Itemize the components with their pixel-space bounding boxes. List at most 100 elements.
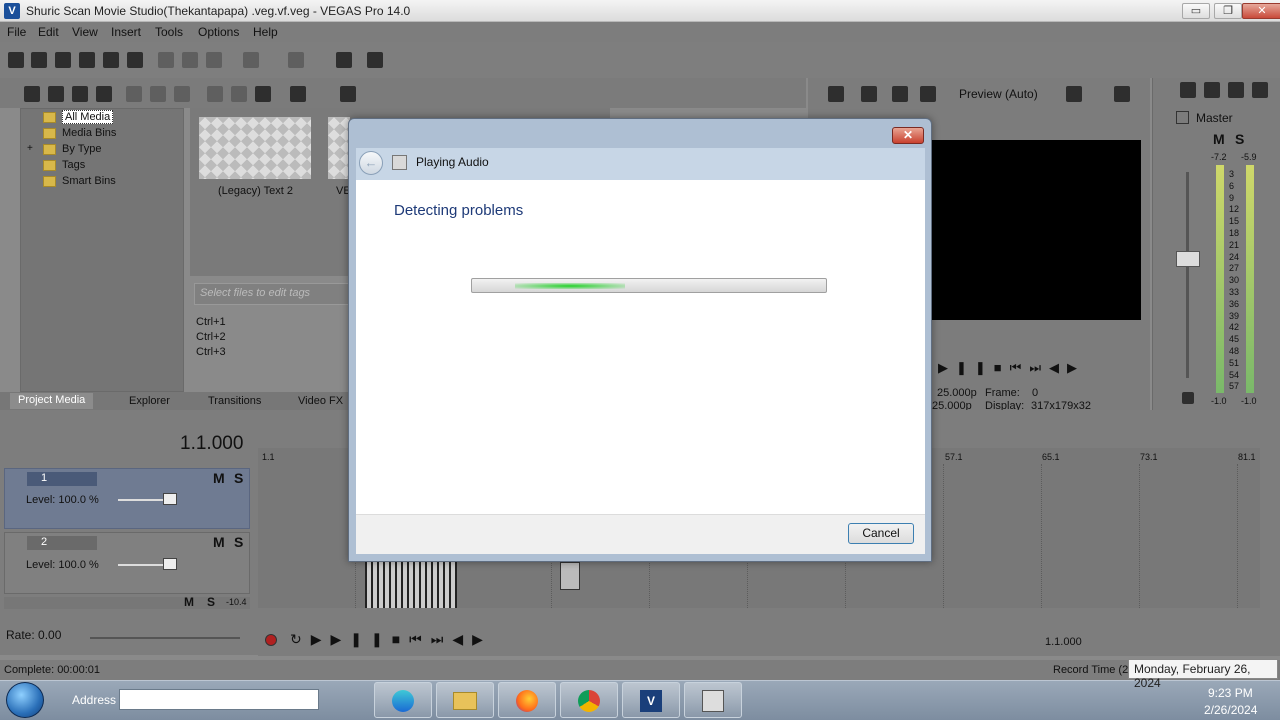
menu-view[interactable]: View [72, 25, 98, 39]
date-tooltip: Monday, February 26, 2024 [1128, 659, 1278, 690]
preview-quality-dropdown[interactable]: Preview (Auto) [959, 87, 1038, 101]
preview-settings-icon[interactable] [828, 86, 844, 102]
cancel-button[interactable]: Cancel [848, 523, 914, 544]
master-downmix-icon[interactable] [1252, 82, 1268, 98]
dialog-close-button[interactable]: ✕ [892, 127, 924, 144]
split-screen-icon[interactable] [920, 86, 936, 102]
address-label: Address [72, 693, 117, 707]
video-clip[interactable] [560, 562, 580, 590]
clock-time[interactable]: 9:23 PM [1208, 686, 1253, 700]
track-mute-button[interactable]: M [184, 597, 194, 609]
capture-icon[interactable] [48, 86, 64, 102]
level-slider-handle[interactable] [163, 493, 177, 505]
help-icon[interactable] [367, 52, 383, 68]
tab-video-fx[interactable]: Video FX [298, 395, 343, 407]
external-monitor-icon[interactable] [861, 86, 877, 102]
remove-media-icon[interactable] [126, 86, 142, 102]
copy-snapshot-icon[interactable] [1114, 86, 1130, 102]
cut-icon[interactable] [158, 52, 174, 68]
new-project-icon[interactable] [8, 52, 24, 68]
save-as-icon[interactable] [79, 52, 95, 68]
edge-icon[interactable] [374, 682, 432, 718]
tab-project-media[interactable]: Project Media [10, 393, 94, 409]
save-icon[interactable] [55, 52, 71, 68]
expand-icon[interactable]: + [27, 143, 33, 157]
troubleshooter-icon [392, 155, 407, 170]
address-input[interactable] [119, 689, 319, 710]
menu-help[interactable]: Help [253, 25, 278, 39]
tree-item-by-type[interactable]: By Type [62, 143, 102, 157]
lock-icon[interactable] [1182, 392, 1194, 404]
restore-button[interactable]: ❐ [1214, 3, 1242, 19]
master-fx-icon[interactable] [1228, 82, 1244, 98]
start-button[interactable] [6, 682, 44, 718]
tree-item-tags[interactable]: Tags [62, 159, 85, 173]
media-thumbnail[interactable] [199, 117, 311, 179]
redo-icon[interactable] [288, 52, 304, 68]
tree-item-smart-bins[interactable]: Smart Bins [62, 175, 116, 189]
get-media-icon[interactable] [72, 86, 88, 102]
track-solo-button[interactable]: S [234, 534, 243, 550]
track-solo-button[interactable]: S [207, 597, 215, 609]
master-settings-icon[interactable] [1180, 82, 1196, 98]
master-checkbox[interactable] [1176, 111, 1189, 124]
tags-input[interactable]: Select files to edit tags [194, 283, 354, 305]
master-mute-button[interactable]: M [1213, 131, 1225, 147]
stop-preview-icon[interactable] [231, 86, 247, 102]
clock-date[interactable]: 2/26/2024 [1204, 703, 1257, 717]
properties-gear-icon[interactable] [127, 52, 143, 68]
track-mute-button[interactable]: M [213, 470, 225, 486]
undo-icon[interactable] [243, 52, 259, 68]
media-fx-icon[interactable] [150, 86, 166, 102]
master-mixer-icon[interactable] [1204, 82, 1220, 98]
track-header-1[interactable]: 1 M S Level: 100.0 % [4, 468, 250, 529]
preview-transport[interactable]: ▶❚❚■⏮⏭◀▶ [938, 360, 1098, 376]
troubleshooter-icon[interactable] [684, 682, 742, 718]
rate-slider[interactable] [90, 637, 240, 639]
master-solo-button[interactable]: S [1235, 131, 1244, 147]
audio-clip[interactable] [365, 562, 457, 608]
transport-controls[interactable]: ↻▶▶❚❚■⏮⏭◀▶ [290, 631, 500, 649]
render-icon[interactable] [103, 52, 119, 68]
window-title: Shuric Scan Movie Studio(Thekantapapa) .… [26, 4, 411, 18]
track-mute-button[interactable]: M [213, 534, 225, 550]
fx-icon[interactable] [892, 86, 908, 102]
play-preview-icon[interactable] [207, 86, 223, 102]
track-solo-button[interactable]: S [234, 470, 243, 486]
master-fader-handle[interactable] [1176, 251, 1200, 267]
tab-transitions[interactable]: Transitions [208, 395, 261, 407]
menu-tools[interactable]: Tools [155, 25, 183, 39]
menu-file[interactable]: File [7, 25, 26, 39]
track-header-3[interactable]: M S -10.4 [4, 597, 250, 609]
menu-edit[interactable]: Edit [38, 25, 59, 39]
menu-insert[interactable]: Insert [111, 25, 141, 39]
paste-icon[interactable] [206, 52, 222, 68]
views-icon[interactable] [290, 86, 306, 102]
close-window-button[interactable]: ✕ [1242, 3, 1280, 19]
firefox-icon[interactable] [498, 682, 556, 718]
tab-explorer[interactable]: Explorer [129, 395, 170, 407]
media-thumbnail[interactable] [328, 117, 350, 179]
back-arrow-icon[interactable]: ← [359, 151, 383, 175]
open-icon[interactable] [31, 52, 47, 68]
auto-preview-icon[interactable] [255, 86, 271, 102]
file-explorer-icon[interactable] [436, 682, 494, 718]
web-media-icon[interactable] [96, 86, 112, 102]
meter-scale-label: 57 [1229, 381, 1240, 392]
search-icon[interactable] [340, 86, 356, 102]
copy-icon[interactable] [182, 52, 198, 68]
vegas-pro-icon[interactable]: V [622, 682, 680, 718]
hand-tool-icon[interactable] [336, 52, 352, 68]
overlays-icon[interactable] [1066, 86, 1082, 102]
record-icon[interactable] [265, 634, 277, 646]
media-generators-icon[interactable] [174, 86, 190, 102]
menu-options[interactable]: Options [198, 25, 239, 39]
chrome-icon[interactable] [560, 682, 618, 718]
level-slider-handle[interactable] [163, 558, 177, 570]
tree-item-all-media[interactable]: All Media [62, 110, 114, 125]
import-media-icon[interactable] [24, 86, 40, 102]
ruler-label: 73.1 [1140, 452, 1158, 462]
tree-item-media-bins[interactable]: Media Bins [62, 127, 116, 141]
track-header-2[interactable]: 2 M S Level: 100.0 % [4, 532, 250, 594]
minimize-button[interactable]: ▭ [1182, 3, 1210, 19]
